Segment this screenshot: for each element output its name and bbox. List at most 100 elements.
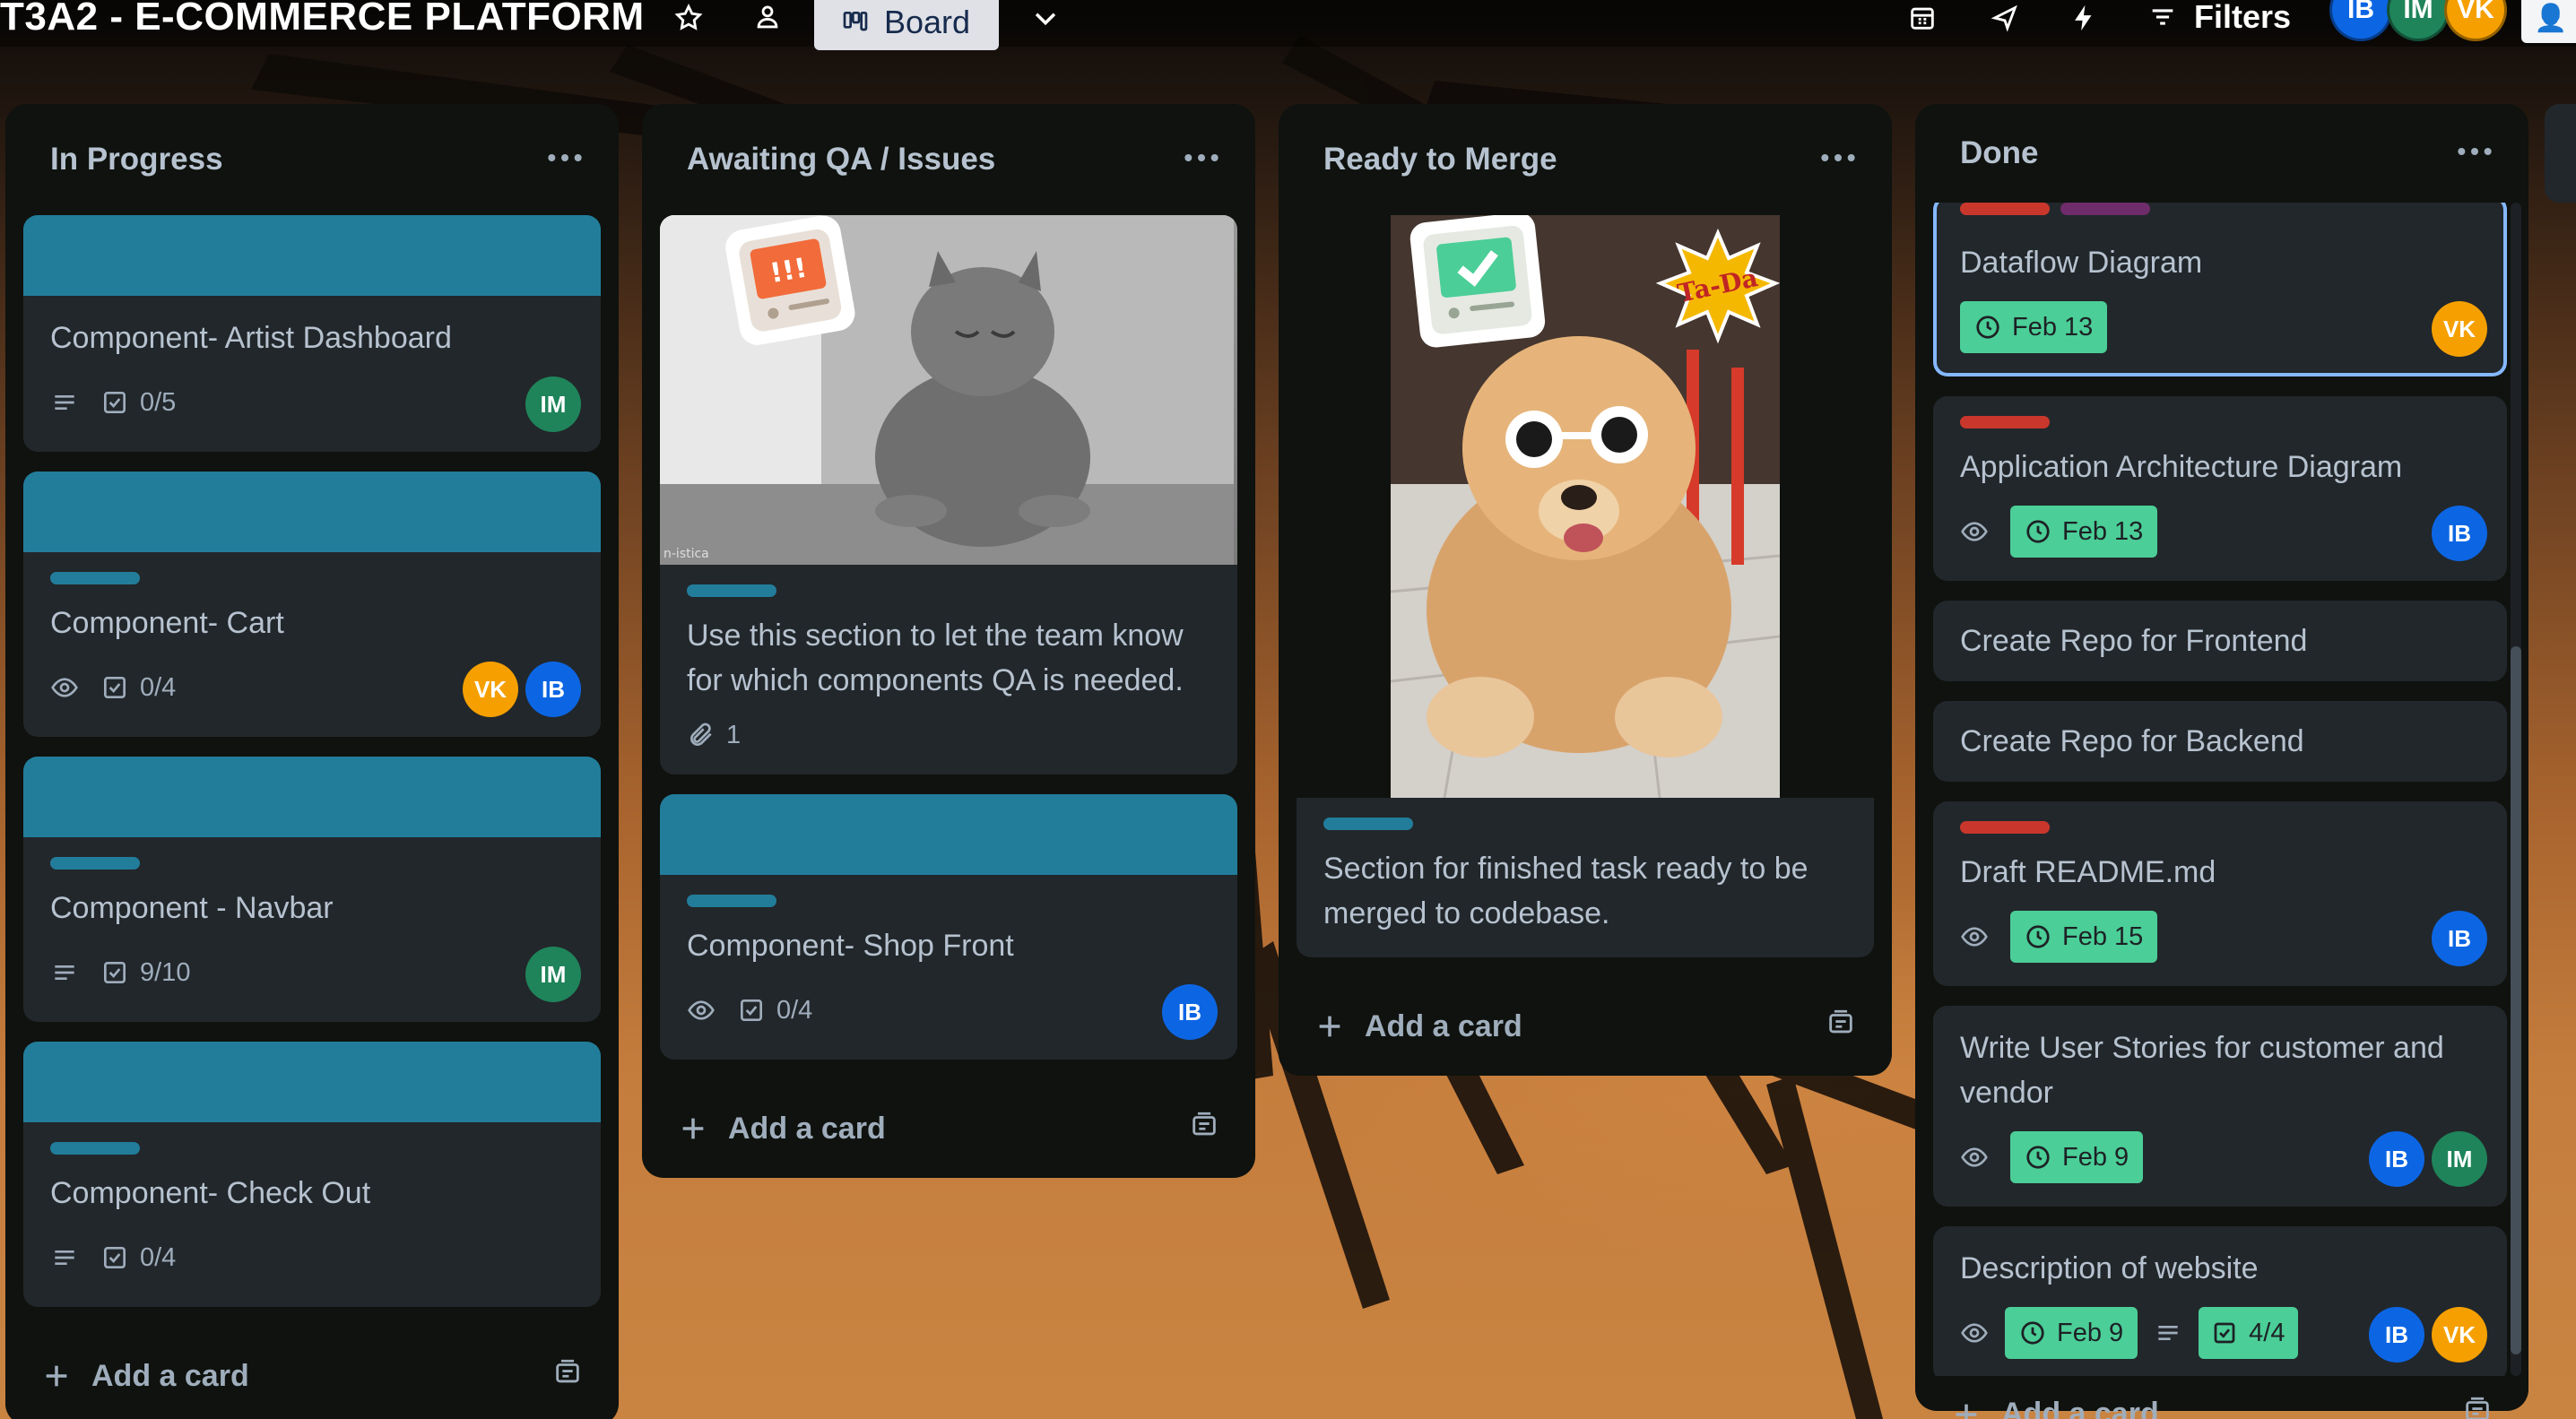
card[interactable]: Component- Artist Dashboard 0/5 IM: [23, 215, 601, 452]
checklist-badge: 9/10: [100, 958, 190, 988]
filters-button[interactable]: Filters: [2147, 0, 2291, 39]
avatar[interactable]: IB: [525, 662, 581, 717]
card-label[interactable]: [2060, 203, 2150, 215]
list-in-progress: In Progress Component- Artist Dashboard …: [5, 104, 619, 1419]
list-title[interactable]: In Progress: [50, 142, 223, 177]
avatar[interactable]: IM: [2432, 1131, 2487, 1187]
list-title[interactable]: Awaiting QA / Issues: [687, 142, 995, 177]
description-icon: [50, 388, 79, 417]
card[interactable]: Component- Check Out 0/4: [23, 1042, 601, 1307]
add-list-stub[interactable]: [2545, 104, 2576, 203]
avatar[interactable]: IM: [2387, 0, 2450, 41]
avatar[interactable]: VK: [463, 662, 518, 717]
avatar[interactable]: IB: [1162, 984, 1218, 1040]
card-label[interactable]: [687, 895, 776, 907]
card-cover: [23, 757, 601, 837]
card[interactable]: Write User Stories for customer and vend…: [1933, 1006, 2507, 1207]
card-template-icon[interactable]: [2462, 1395, 2493, 1419]
list-title[interactable]: Ready to Merge: [1323, 142, 1557, 177]
attachment-icon: [690, 722, 712, 746]
card-label[interactable]: [50, 857, 140, 870]
list-header: Done: [1915, 104, 2528, 203]
power-ups-icon[interactable]: [1983, 0, 2026, 36]
list-menu-icon[interactable]: [547, 151, 583, 168]
add-card-button[interactable]: Add a card: [5, 1327, 619, 1419]
card-label[interactable]: [50, 1142, 140, 1155]
card-cover-image: !!! n-istica: [660, 215, 1237, 565]
visibility-icon[interactable]: [746, 0, 789, 36]
add-card-button[interactable]: Add a card: [642, 1079, 1255, 1178]
list-scrollbar[interactable]: [2511, 203, 2521, 1376]
card-label[interactable]: [1323, 818, 1413, 830]
scrollbar-thumb[interactable]: [2511, 646, 2521, 1354]
card[interactable]: Description of website Feb 9 4/4 IB VK: [1933, 1226, 2507, 1376]
automation-icon[interactable]: [2062, 0, 2105, 36]
due-date-badge[interactable]: Feb 13: [1960, 301, 2108, 353]
clock-icon: [2026, 1146, 2050, 1169]
card[interactable]: Component- Cart 0/4 VK IB: [23, 472, 601, 737]
card[interactable]: Ta-Da Section for finished task ready to…: [1297, 215, 1874, 957]
avatar[interactable]: IB: [2432, 506, 2487, 561]
card[interactable]: Component- Shop Front 0/4 IB: [660, 794, 1237, 1060]
list-menu-icon[interactable]: [1820, 151, 1856, 168]
board-members: IB IM VK: [2329, 0, 2507, 41]
list-title[interactable]: Done: [1960, 135, 2039, 171]
add-card-button[interactable]: Add a card: [1279, 977, 1892, 1076]
add-card-button[interactable]: Add a card: [1915, 1376, 2528, 1419]
card-cover: [23, 472, 601, 552]
avatar[interactable]: VK: [2432, 301, 2487, 357]
card[interactable]: Draft README.md Feb 15 IB: [1933, 801, 2507, 986]
card[interactable]: !!! n-istica Use this section to let the…: [660, 215, 1237, 774]
card-title: Section for finished task ready to be me…: [1323, 852, 1808, 930]
card-template-icon[interactable]: [1189, 1110, 1219, 1148]
board-title[interactable]: T3A2 - E-COMMERCE PLATFORM: [0, 0, 645, 39]
card-title: Create Repo for Backend: [1960, 724, 2304, 758]
list-ready-to-merge: Ready to Merge Ta-Da Section for finishe…: [1279, 104, 1892, 1076]
clock-icon: [2026, 925, 2050, 948]
card-title: Draft README.md: [1960, 855, 2216, 889]
avatar[interactable]: IB: [2369, 1307, 2424, 1363]
card-label[interactable]: [1960, 203, 2050, 215]
card-label[interactable]: [50, 572, 140, 584]
card-template-icon[interactable]: [552, 1357, 583, 1396]
avatar[interactable]: IB: [2369, 1131, 2424, 1187]
filters-label: Filters: [2194, 0, 2292, 35]
board-view-button[interactable]: Board: [814, 0, 999, 50]
card-title: Use this section to let the team know fo…: [687, 619, 1184, 697]
avatar[interactable]: IB: [2432, 911, 2487, 966]
card-label[interactable]: [1960, 821, 2050, 834]
watching-icon: [687, 996, 716, 1025]
card-template-icon[interactable]: [1826, 1008, 1856, 1046]
card[interactable]: Component - Navbar 9/10 IM: [23, 757, 601, 1022]
card[interactable]: Dataflow Diagram Feb 13 VK: [1933, 203, 2507, 376]
share-button[interactable]: 👤: [2521, 0, 2576, 43]
card-title: Description of website: [1960, 1251, 2259, 1285]
avatar[interactable]: IB: [2329, 0, 2392, 41]
chevron-down-icon[interactable]: [1024, 0, 1067, 36]
list-menu-icon[interactable]: [2457, 145, 2493, 161]
card-title: Create Repo for Frontend: [1960, 624, 2308, 658]
avatar[interactable]: IM: [525, 947, 581, 1002]
avatar[interactable]: IM: [525, 376, 581, 432]
list-menu-icon[interactable]: [1184, 151, 1219, 168]
due-date-badge[interactable]: Feb 9: [2010, 1131, 2144, 1183]
avatar[interactable]: VK: [2432, 1307, 2487, 1363]
card[interactable]: Create Repo for Frontend: [1933, 601, 2507, 681]
card[interactable]: Application Architecture Diagram Feb 13 …: [1933, 396, 2507, 581]
clock-icon: [1976, 316, 1999, 339]
calendar-icon[interactable]: [1901, 0, 1944, 36]
add-card-label: Add a card: [1365, 1008, 1522, 1043]
due-date-badge[interactable]: Feb 13: [2010, 506, 2158, 558]
sticker-text: !!!: [768, 253, 810, 290]
watching-icon: [1960, 922, 1989, 951]
card-label[interactable]: [687, 584, 776, 597]
star-icon[interactable]: [667, 0, 710, 36]
plus-icon: [1319, 1016, 1340, 1037]
due-date-badge[interactable]: Feb 15: [2010, 911, 2158, 963]
avatar[interactable]: VK: [2444, 0, 2507, 41]
list-header: Awaiting QA / Issues: [642, 104, 1255, 215]
card[interactable]: Create Repo for Backend: [1933, 701, 2507, 782]
due-date-badge[interactable]: Feb 9: [2005, 1307, 2138, 1359]
list-header: Ready to Merge: [1279, 104, 1892, 215]
card-label[interactable]: [1960, 416, 2050, 428]
